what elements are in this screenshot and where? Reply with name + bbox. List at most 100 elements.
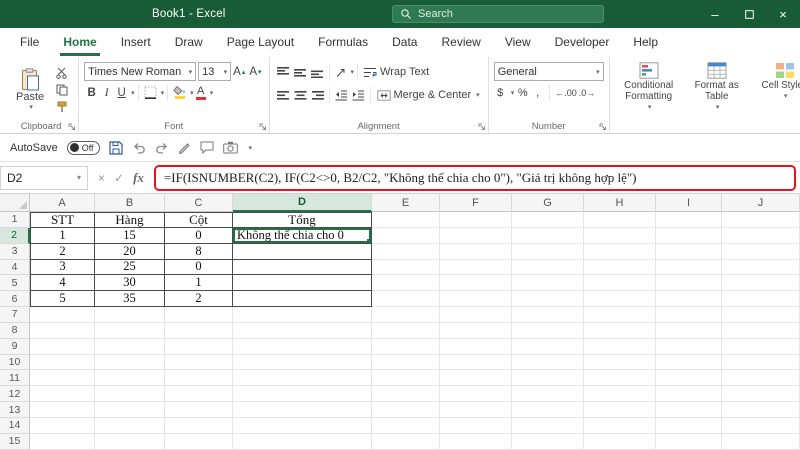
cell-C12[interactable] xyxy=(165,386,233,403)
cell-F1[interactable] xyxy=(440,212,512,228)
cell-J12[interactable] xyxy=(722,386,800,403)
borders-dropdown-icon[interactable]: ▾ xyxy=(161,89,165,97)
cell-H7[interactable] xyxy=(584,307,656,323)
increase-font-size-icon[interactable]: A ▴ xyxy=(231,63,247,80)
cell-E7[interactable] xyxy=(372,307,440,323)
cell-H4[interactable] xyxy=(584,259,656,276)
merge-center-button[interactable]: Merge & Center ▾ xyxy=(374,85,483,105)
tab-review[interactable]: Review xyxy=(429,28,492,56)
cell-B11[interactable] xyxy=(95,370,165,387)
column-header-G[interactable]: G xyxy=(512,194,584,212)
cell-J11[interactable] xyxy=(722,370,800,387)
cell-C2[interactable]: 0 xyxy=(165,227,233,244)
cell-I11[interactable] xyxy=(656,370,722,387)
maximize-button[interactable] xyxy=(732,0,766,28)
format-painter-icon[interactable] xyxy=(56,101,68,113)
cell-J15[interactable] xyxy=(722,433,800,450)
cell-G9[interactable] xyxy=(512,338,584,355)
borders-icon[interactable] xyxy=(142,86,159,99)
name-box[interactable]: D2 ▾ xyxy=(0,165,88,190)
cell-E6[interactable] xyxy=(372,291,440,308)
italic-button[interactable]: I xyxy=(99,84,114,101)
cell-A4[interactable]: 3 xyxy=(30,259,95,276)
cell-F10[interactable] xyxy=(440,354,512,371)
cell-B2[interactable]: 15 xyxy=(95,227,165,244)
redo-icon[interactable] xyxy=(155,142,169,154)
row-header-2[interactable]: 2 xyxy=(0,227,30,244)
cell-D1[interactable]: Tổng xyxy=(233,212,372,228)
column-header-F[interactable]: F xyxy=(440,194,512,212)
tab-formulas[interactable]: Formulas xyxy=(306,28,380,56)
align-middle-icon[interactable] xyxy=(292,67,309,78)
select-all-button[interactable] xyxy=(0,194,30,212)
cell-G12[interactable] xyxy=(512,386,584,403)
column-header-B[interactable]: B xyxy=(95,194,165,212)
cell-B7[interactable] xyxy=(95,307,165,323)
cell-A7[interactable] xyxy=(30,307,95,323)
row-header-9[interactable]: 9 xyxy=(0,338,30,355)
cell-C10[interactable] xyxy=(165,354,233,371)
cell-F4[interactable] xyxy=(440,259,512,276)
cell-J5[interactable] xyxy=(722,275,800,292)
cell-D15[interactable] xyxy=(233,433,372,450)
cell-J1[interactable] xyxy=(722,212,800,228)
increase-decimal-icon[interactable]: ←.00 xyxy=(555,88,577,98)
customize-toolbar-icon[interactable]: ▾ xyxy=(249,144,253,152)
cancel-icon[interactable]: × xyxy=(98,171,105,185)
cell-D4[interactable] xyxy=(233,259,372,276)
cell-E11[interactable] xyxy=(372,370,440,387)
cell-D13[interactable] xyxy=(233,402,372,418)
row-header-1[interactable]: 1 xyxy=(0,212,30,228)
cell-I15[interactable] xyxy=(656,433,722,450)
cell-E8[interactable] xyxy=(372,322,440,339)
search-box[interactable]: Search xyxy=(392,5,604,23)
cell-I5[interactable] xyxy=(656,275,722,292)
cell-G14[interactable] xyxy=(512,417,584,434)
cell-G10[interactable] xyxy=(512,354,584,371)
cell-I8[interactable] xyxy=(656,322,722,339)
column-header-E[interactable]: E xyxy=(372,194,440,212)
cell-B9[interactable] xyxy=(95,338,165,355)
row-header-7[interactable]: 7 xyxy=(0,307,30,323)
cell-J6[interactable] xyxy=(722,291,800,308)
cell-F12[interactable] xyxy=(440,386,512,403)
cell-E5[interactable] xyxy=(372,275,440,292)
row-header-12[interactable]: 12 xyxy=(0,386,30,403)
cell-C3[interactable]: 8 xyxy=(165,243,233,260)
cell-C15[interactable] xyxy=(165,433,233,450)
cell-H1[interactable] xyxy=(584,212,656,228)
cell-J10[interactable] xyxy=(722,354,800,371)
cell-E14[interactable] xyxy=(372,417,440,434)
conditional-formatting-button[interactable]: Conditional Formatting ▾ xyxy=(617,62,681,120)
cell-D2[interactable]: Không thể chia cho 0 xyxy=(233,227,372,244)
underline-button[interactable]: U xyxy=(114,84,129,101)
cell-A15[interactable] xyxy=(30,433,95,450)
font-color-icon[interactable]: A xyxy=(194,84,208,101)
insert-function-icon[interactable]: fx xyxy=(133,170,144,186)
cell-C13[interactable] xyxy=(165,402,233,418)
cell-A2[interactable]: 1 xyxy=(30,227,95,244)
tab-page-layout[interactable]: Page Layout xyxy=(215,28,306,56)
column-header-D[interactable]: D xyxy=(233,194,372,212)
font-name-combo[interactable]: Times New Roman ▾ xyxy=(84,62,197,81)
cell-J13[interactable] xyxy=(722,402,800,418)
tab-data[interactable]: Data xyxy=(380,28,429,56)
cell-D7[interactable] xyxy=(233,307,372,323)
cell-E10[interactable] xyxy=(372,354,440,371)
font-color-dropdown-icon[interactable]: ▾ xyxy=(210,89,214,97)
cell-B4[interactable]: 25 xyxy=(95,259,165,276)
row-header-13[interactable]: 13 xyxy=(0,402,30,418)
orientation-dropdown-icon[interactable]: ▾ xyxy=(351,68,355,76)
cell-I13[interactable] xyxy=(656,402,722,418)
align-top-icon[interactable] xyxy=(275,66,292,78)
clipboard-dialog-launcher-icon[interactable] xyxy=(68,123,76,131)
cell-A10[interactable] xyxy=(30,354,95,371)
cell-styles-button[interactable]: Cell Styles ▾ xyxy=(753,62,800,120)
minimize-button[interactable]: – xyxy=(698,0,732,28)
cell-H6[interactable] xyxy=(584,291,656,308)
cell-J8[interactable] xyxy=(722,322,800,339)
cell-G6[interactable] xyxy=(512,291,584,308)
autosave-toggle[interactable]: Off xyxy=(66,140,100,155)
row-header-11[interactable]: 11 xyxy=(0,370,30,387)
cell-E2[interactable] xyxy=(372,227,440,244)
